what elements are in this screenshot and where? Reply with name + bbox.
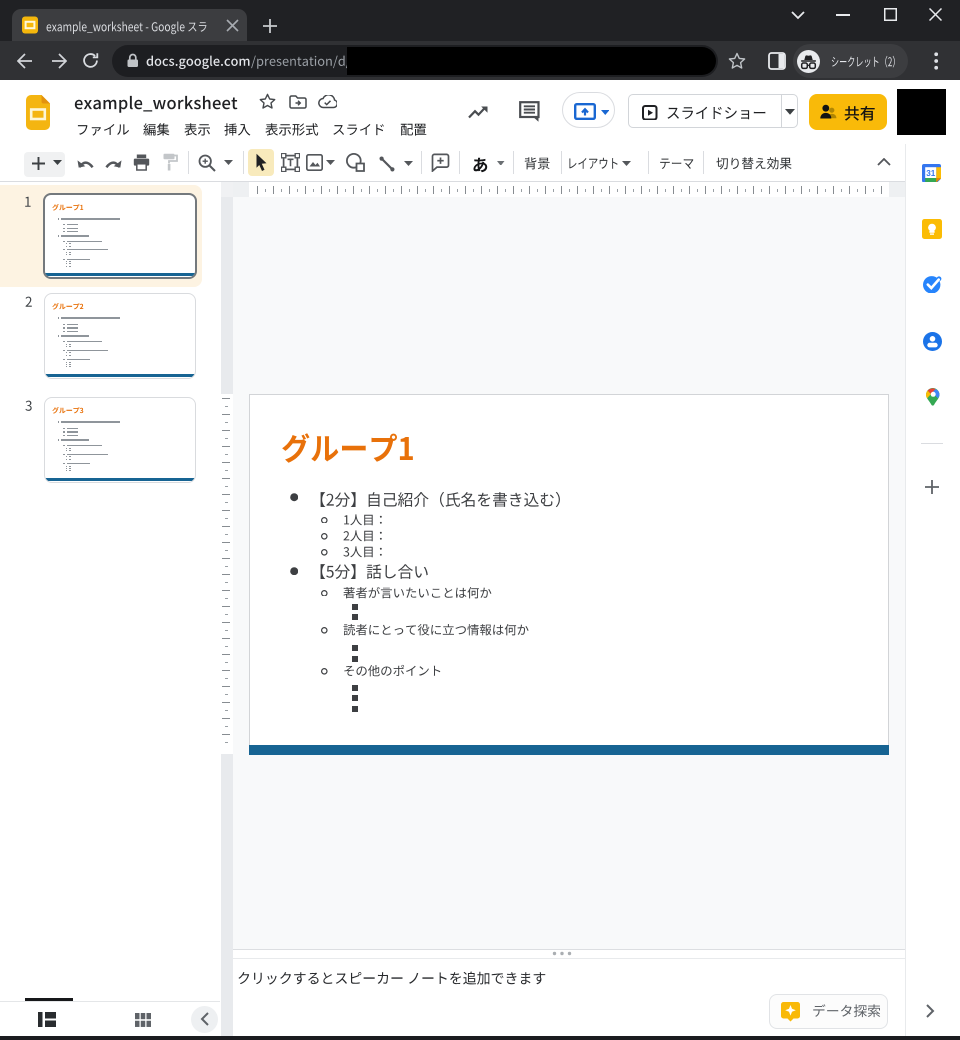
svg-text:31: 31 <box>926 169 936 178</box>
